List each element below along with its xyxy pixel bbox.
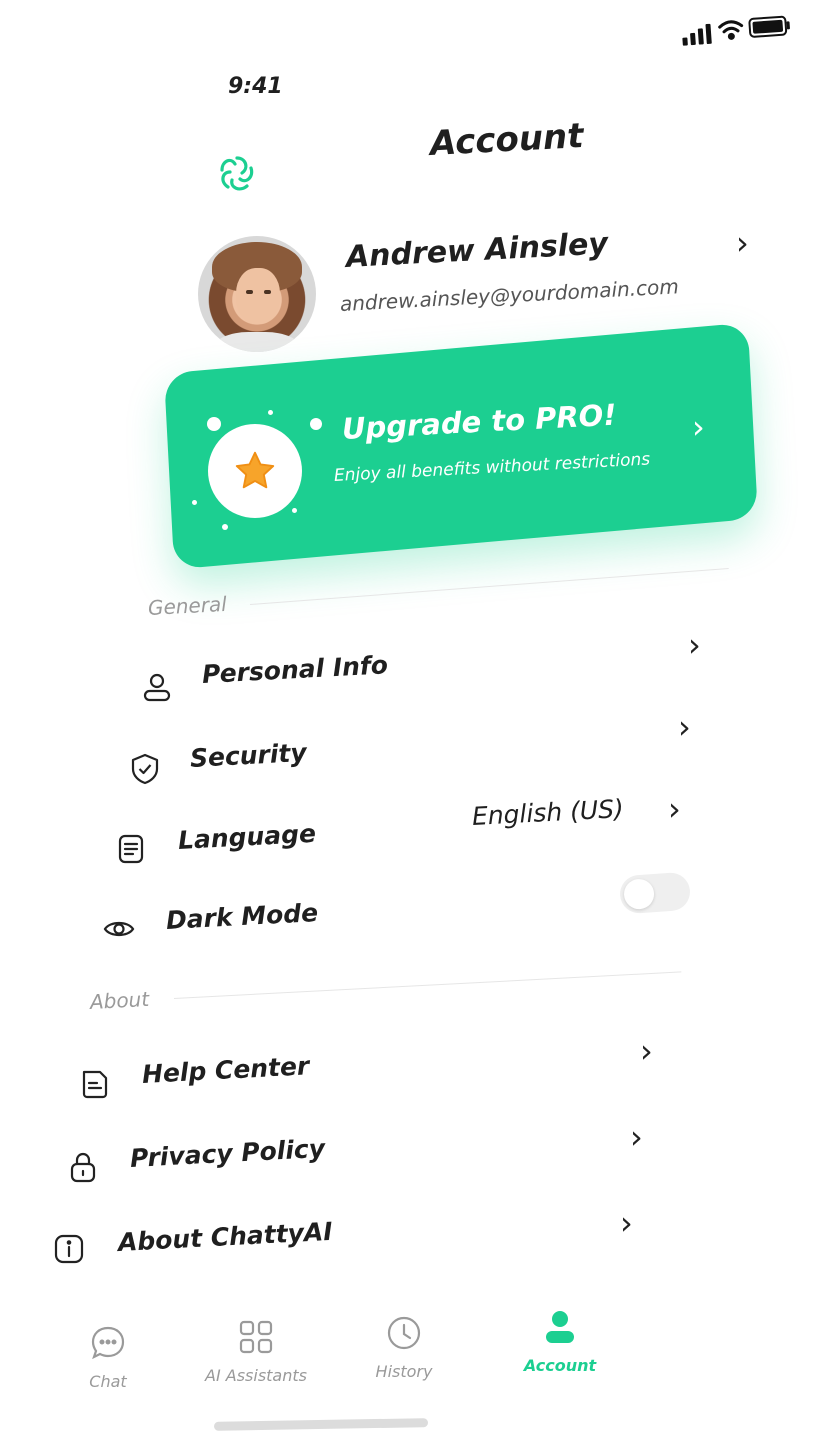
profile-name[interactable]: Andrew Ainsley [345, 226, 609, 275]
nav-ai-assistants-label: AI Assistants [205, 1366, 307, 1385]
grid-icon [239, 1320, 273, 1354]
personal-info-label[interactable]: Personal Info [201, 650, 388, 689]
document-icon [118, 834, 144, 864]
nav-ai-assistants[interactable]: AI Assistants [186, 1318, 326, 1385]
privacy-policy-row[interactable] [66, 1150, 100, 1188]
about-chattyai-row[interactable] [52, 1232, 86, 1270]
security-label[interactable]: Security [189, 738, 307, 773]
chat-bubble-icon [91, 1326, 125, 1360]
nav-account[interactable]: Account [490, 1308, 630, 1375]
home-indicator [213, 1418, 429, 1431]
section-label-about: About [89, 986, 150, 1014]
section-label-general: General [147, 591, 228, 620]
personal-info-row[interactable] [140, 670, 174, 708]
language-chevron-icon[interactable]: › [668, 790, 681, 828]
info-icon [54, 1234, 84, 1264]
nav-chat-label: Chat [89, 1372, 127, 1391]
help-center-chevron-icon[interactable]: › [640, 1032, 653, 1070]
help-center-row[interactable] [78, 1066, 112, 1104]
help-document-icon [82, 1070, 108, 1099]
account-icon [546, 1311, 574, 1343]
battery-icon [748, 15, 790, 38]
wifi-icon [718, 20, 744, 40]
nav-history[interactable]: History [334, 1314, 474, 1381]
profile-email: andrew.ainsley@yourdomain.com [339, 274, 680, 316]
about-chattyai-label[interactable]: About ChattyAI [117, 1217, 333, 1257]
privacy-policy-label[interactable]: Privacy Policy [129, 1134, 325, 1173]
dark-mode-label: Dark Mode [165, 898, 319, 935]
signal-icon [682, 23, 712, 46]
dark-mode-row [102, 912, 136, 950]
clock-icon [387, 1316, 421, 1350]
security-chevron-icon[interactable]: › [678, 708, 691, 746]
status-time: 9:41 [228, 74, 283, 99]
divider [249, 568, 729, 605]
dark-mode-toggle[interactable] [618, 871, 692, 915]
about-chattyai-chevron-icon[interactable]: › [620, 1204, 633, 1242]
page-title: Account [428, 115, 585, 164]
security-row[interactable] [128, 752, 162, 790]
nav-chat[interactable]: Chat [38, 1324, 178, 1391]
avatar[interactable] [198, 236, 316, 352]
help-center-label[interactable]: Help Center [141, 1051, 310, 1089]
lock-icon [70, 1152, 96, 1183]
user-icon [143, 673, 171, 702]
profile-chevron-icon[interactable]: › [736, 224, 749, 262]
eye-icon [103, 921, 135, 937]
star-badge [208, 424, 302, 518]
chatty-logo-icon [220, 156, 254, 191]
divider [173, 971, 682, 999]
language-row[interactable] [114, 832, 148, 870]
privacy-policy-chevron-icon[interactable]: › [630, 1118, 643, 1156]
shield-icon [131, 753, 159, 785]
star-icon [235, 451, 275, 489]
nav-history-label: History [375, 1362, 433, 1381]
language-label[interactable]: Language [177, 819, 316, 855]
status-icons [682, 15, 790, 46]
promo-chevron-icon[interactable]: › [692, 408, 705, 446]
personal-info-chevron-icon[interactable]: › [688, 626, 701, 664]
nav-account-label: Account [523, 1356, 597, 1375]
language-value: English (US) [471, 794, 625, 831]
